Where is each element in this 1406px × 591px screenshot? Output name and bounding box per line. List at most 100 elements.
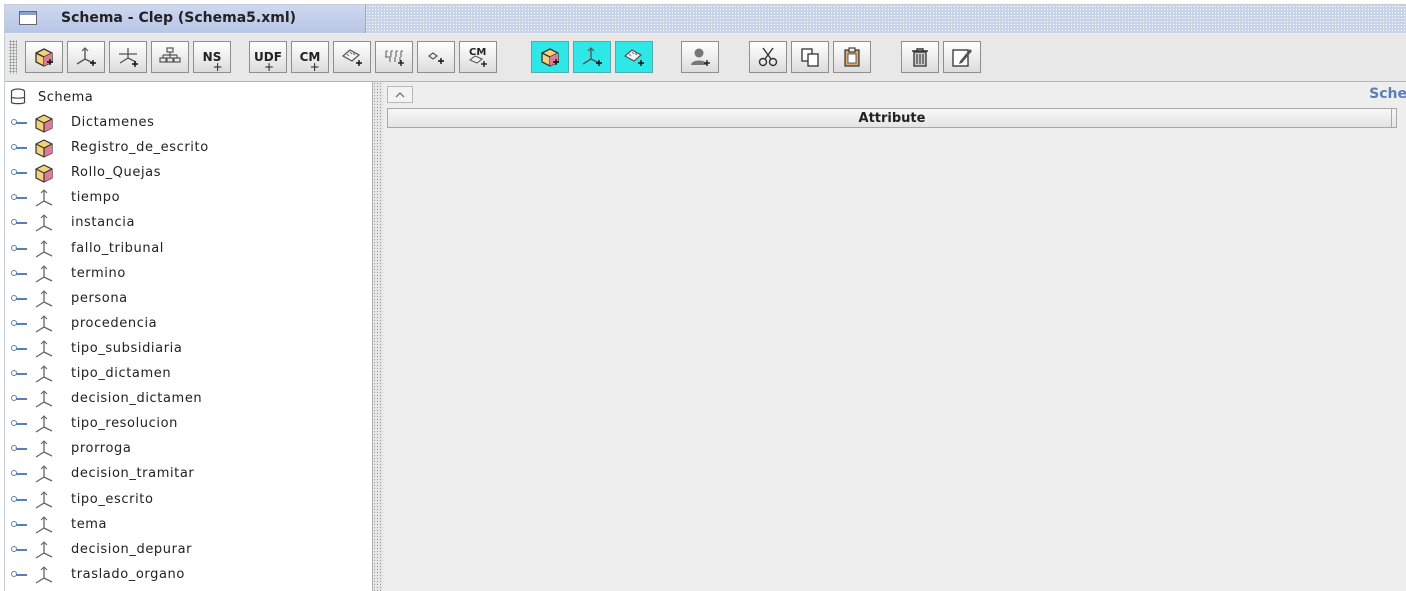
add-virtual-dimension-button[interactable] <box>573 41 611 73</box>
title-tab[interactable]: Schema - Clep (Schema5.xml) <box>5 5 366 33</box>
tree-item-label: fallo_tribunal <box>71 240 164 256</box>
dimension-icon <box>35 415 53 433</box>
tree-item-decision-tramitar[interactable]: decision_tramitar <box>5 462 365 486</box>
svg-text:CM: CM <box>469 47 486 58</box>
expand-handle[interactable] <box>11 445 27 452</box>
expand-handle[interactable] <box>11 169 27 176</box>
tree-item-dictamenes[interactable]: Dictamenes <box>5 111 365 135</box>
tree-item-tema[interactable]: tema <box>5 513 365 537</box>
expand-handle[interactable] <box>11 119 27 125</box>
attribute-table[interactable] <box>387 128 1406 591</box>
tree-item-decision-depurar[interactable]: decision_depurar <box>5 538 365 562</box>
tree-item-rollo-quejas[interactable]: Rollo_Quejas <box>5 161 365 185</box>
tree-item-icon <box>33 314 55 338</box>
title-bar[interactable]: Schema - Clep (Schema5.xml) <box>5 5 1406 33</box>
expand-handle[interactable] <box>11 420 27 427</box>
add-level-button[interactable] <box>375 41 413 73</box>
schema-tree[interactable]: Schema Dictamenes Registro_de_escrito Roll… <box>5 82 373 591</box>
tree-item-icon <box>33 414 55 438</box>
column-resize-handle[interactable] <box>1391 108 1400 128</box>
paste-button[interactable] <box>833 41 871 73</box>
tree-item-registro-de-escrito[interactable]: Registro_de_escrito <box>5 136 365 160</box>
tree-item-tipo-escrito[interactable]: tipo_escrito <box>5 488 365 512</box>
tree-item-label: persona <box>71 290 128 306</box>
add-role-button[interactable] <box>681 41 719 73</box>
dimension-icon <box>35 264 53 283</box>
toolbar-grip[interactable] <box>9 40 17 74</box>
delete-button[interactable] <box>901 41 939 73</box>
add-cube-icon <box>35 48 53 67</box>
expand-handle[interactable] <box>11 269 27 276</box>
tree-item-traslado-organo[interactable]: traslado_organo <box>5 563 365 587</box>
tree-root[interactable]: Schema <box>10 87 93 107</box>
add-cube-button[interactable] <box>25 41 63 73</box>
attribute-column-header[interactable]: Attribute <box>387 108 1397 128</box>
add-virtual-cube-button[interactable] <box>531 41 569 73</box>
add-calculated-member-button[interactable]: CM + <box>291 41 329 74</box>
add-virtual-measure-button[interactable] <box>615 41 653 73</box>
panel-title: Sche <box>1369 86 1406 102</box>
dimension-icon <box>35 465 53 483</box>
tree-item-decision-dictamen[interactable]: decision_dictamen <box>5 387 365 411</box>
tree-item-label: tema <box>71 516 108 532</box>
add-calculated-measure-button[interactable]: CM <box>459 41 497 73</box>
tree-item-icon <box>33 113 55 137</box>
dimension-icon <box>35 189 53 207</box>
tree-item-label: Dictamenes <box>71 115 155 130</box>
add-virtual-measure-icon <box>623 49 644 66</box>
tree-item-tipo-resolucion[interactable]: tipo_resolucion <box>5 412 365 436</box>
add-level-icon <box>385 50 404 66</box>
add-measure-button[interactable] <box>333 41 371 73</box>
expand-handle[interactable] <box>11 244 27 251</box>
add-hierarchy-icon <box>159 47 181 63</box>
tree-item-procedencia[interactable]: procedencia <box>5 312 365 336</box>
add-udf-button[interactable]: UDF + <box>249 41 287 74</box>
tree-item-tiempo[interactable]: tiempo <box>5 186 365 210</box>
expand-handle[interactable] <box>11 545 27 552</box>
expand-handle[interactable] <box>11 219 27 226</box>
expand-handle[interactable] <box>11 319 27 326</box>
tree-item-icon <box>33 464 55 488</box>
expand-handle[interactable] <box>11 144 27 151</box>
expand-handle[interactable] <box>11 520 27 527</box>
add-calculated-measure-icon: CM <box>468 47 487 67</box>
add-named-set-icon: NS + <box>202 50 223 74</box>
dimension-icon <box>35 214 53 232</box>
expand-handle[interactable] <box>11 294 27 301</box>
add-property-button[interactable] <box>417 41 455 73</box>
tree-item-instancia[interactable]: instancia <box>5 211 365 235</box>
add-dimension-button[interactable] <box>67 41 105 73</box>
tree-item-icon <box>33 490 55 514</box>
add-udf-icon: UDF + <box>254 50 282 74</box>
cut-button[interactable] <box>749 41 787 73</box>
splitter[interactable] <box>373 82 383 591</box>
copy-button[interactable] <box>791 41 829 73</box>
expand-handle[interactable] <box>11 570 27 577</box>
tree-item-label: tipo_dictamen <box>71 366 172 381</box>
tree-item-persona[interactable]: persona <box>5 287 365 311</box>
edit-button[interactable] <box>943 41 981 73</box>
cube-icon <box>35 114 53 133</box>
add-hierarchy-button[interactable] <box>151 41 189 73</box>
expand-handle[interactable] <box>11 495 27 502</box>
expand-handle[interactable] <box>11 395 27 402</box>
tree-item-icon <box>33 540 55 564</box>
tree-item-fallo-tribunal[interactable]: fallo_tribunal <box>5 237 365 261</box>
dimension-icon <box>35 340 53 358</box>
tree-item-icon <box>33 364 55 388</box>
tree-item-label: prorroga <box>71 441 132 457</box>
expand-handle[interactable] <box>11 344 27 351</box>
add-named-set-button[interactable]: NS + <box>193 41 231 74</box>
expand-handle[interactable] <box>11 470 27 477</box>
collapse-button[interactable] <box>387 86 413 103</box>
expand-handle[interactable] <box>11 370 27 376</box>
tree-item-termino[interactable]: termino <box>5 262 365 286</box>
expand-handle[interactable] <box>11 194 27 201</box>
dimension-icon <box>35 239 53 258</box>
add-dimension-usage-icon <box>119 48 138 67</box>
tree-item-label: procedencia <box>71 315 158 331</box>
tree-item-tipo-subsidiaria[interactable]: tipo_subsidiaria <box>5 337 365 361</box>
add-dimension-usage-button[interactable] <box>109 41 147 73</box>
tree-item-prorroga[interactable]: prorroga <box>5 437 365 461</box>
tree-item-tipo-dictamen[interactable]: tipo_dictamen <box>5 362 365 386</box>
